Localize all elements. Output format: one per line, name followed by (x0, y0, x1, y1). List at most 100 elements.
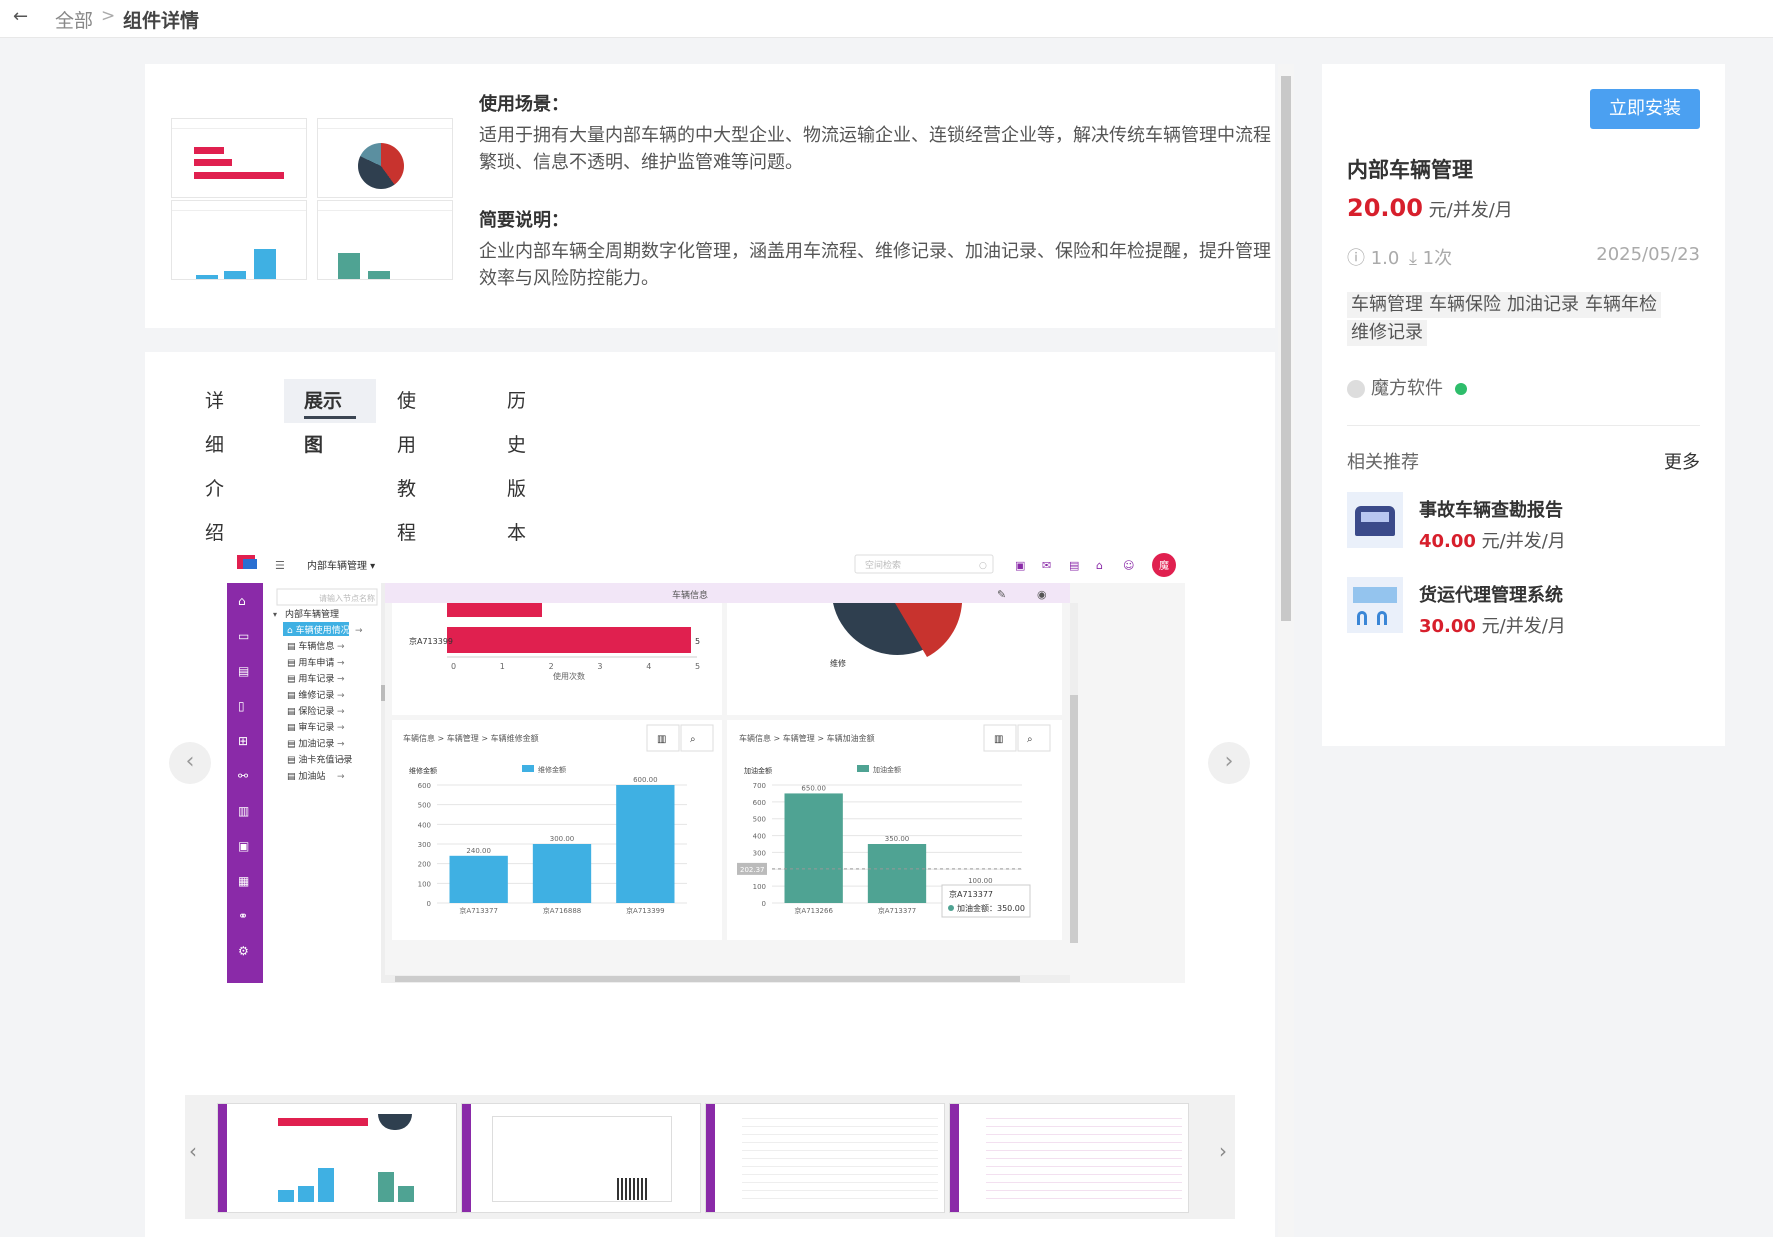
tab-tutorial[interactable]: 使用教程 (377, 379, 436, 544)
tree-item: ▤ 审车记录 (287, 721, 334, 733)
author-info[interactable]: 魔方软件 (1347, 374, 1467, 400)
tooltip-title: 京A713377 (949, 889, 993, 899)
product-date: 2025/05/23 (1596, 244, 1700, 265)
left-chart-icon: ▥ (657, 734, 666, 745)
scrollbar-thumb[interactable] (1281, 76, 1291, 621)
related-title: 相关推荐 (1347, 452, 1419, 473)
y-tick-label: 300 (418, 841, 431, 849)
svg-text:⚙: ⚙ (238, 944, 249, 958)
x-tick-label: 京A713377 (459, 906, 498, 915)
svg-text:⚭: ⚭ (238, 909, 248, 923)
strip-thumb-4[interactable] (949, 1103, 1189, 1213)
top-bar: ← 全部 > 组件详情 (0, 0, 1773, 38)
breadcrumb-root[interactable]: 全部 (55, 6, 93, 33)
showcase-card: 详细介绍 展示图 使用教程 历史版本 ‹ › ☰ 内部车辆管理 ▾ 空间检索 ○… (145, 352, 1275, 1237)
related-item-image[interactable] (1347, 577, 1403, 633)
svg-text:▤: ▤ (238, 664, 249, 678)
scenario-title: 使用场景： (479, 94, 569, 115)
preview-thumb-pie (317, 118, 453, 198)
bar (532, 844, 592, 903)
preview-thumb-green-bars (317, 200, 453, 280)
bar-value-label: 240.00 (466, 847, 491, 855)
y-axis-label: 维修金额 (409, 766, 437, 775)
tree-item: ▤ 加油记录 (287, 737, 334, 749)
product-price-unit: 元/并发/月 (1422, 200, 1513, 221)
carousel-prev-button[interactable]: ‹ (169, 742, 211, 784)
svg-text:⌂: ⌂ (238, 594, 246, 608)
right-panel-breadcrumb: 车辆信息 > 车辆管理 > 车辆加油金额 (739, 733, 875, 743)
strip-thumb-2[interactable] (461, 1103, 701, 1213)
tab-showcase[interactable]: 展示图 (284, 379, 376, 456)
strip-thumb-3[interactable] (705, 1103, 945, 1213)
tab-active-underline (304, 416, 356, 419)
product-price: 20.00 元/并发/月 (1347, 194, 1513, 222)
x-tick-label: 京A716888 (543, 906, 582, 915)
bar-value-label: 600.00 (633, 776, 658, 784)
showcase-app-svg: ☰ 内部车辆管理 ▾ 空间检索 ○ ▣ ✉ ▤ ⌂ ☺ 魔 ⌂▭▤▯ ⊞⚯▥▣ … (227, 545, 1194, 983)
tree-item-arrow-icon: → (337, 772, 345, 782)
page-scrollbar[interactable] (1278, 64, 1294, 1237)
related-item-image[interactable] (1347, 492, 1403, 548)
strip-prev-button[interactable]: ‹ (189, 1139, 197, 1163)
average-label: 202.37 (740, 866, 765, 874)
carousel-next-button[interactable]: › (1208, 742, 1250, 784)
svg-text:▥: ▥ (238, 804, 249, 818)
app-toolbar-icon-5: ☺ (1123, 559, 1134, 572)
app-search-input: 空间检索 (865, 559, 901, 571)
bar-value-label: 300.00 (550, 835, 575, 843)
app-search-icon: ○ (979, 561, 987, 571)
tag-item[interactable]: 加油记录 (1503, 292, 1583, 318)
tree-search-input: 请输入节点名称 (319, 593, 375, 603)
tag-item[interactable]: 车辆管理 (1347, 292, 1427, 318)
strip-next-button[interactable]: › (1219, 1139, 1227, 1163)
y-tick-label: 300 (753, 849, 766, 857)
tab-history[interactable]: 历史版本 (487, 379, 546, 544)
scenario-text-line2: 繁琐、信息不透明、维护监管难等问题。 (479, 152, 803, 173)
strip-thumb-1[interactable] (217, 1103, 457, 1213)
preview-thumb-blue-bars (171, 200, 307, 280)
scenario-text-line1: 适用于拥有大量内部车辆的中大型企业、物流运输企业、连锁经营企业等，解决传统车辆管… (479, 125, 1271, 146)
svg-text:⊞: ⊞ (238, 734, 248, 748)
bar (867, 844, 927, 903)
bar-value-label: 650.00 (801, 784, 826, 792)
app-sidebar (227, 583, 263, 983)
bar (784, 793, 843, 903)
hbar-tick-label: 3 (597, 662, 602, 671)
brief-title: 简要说明： (479, 210, 569, 231)
tree-item: ▤ 用车记录 (287, 673, 334, 685)
right-search-icon: ⌕ (1027, 734, 1033, 745)
y-tick-label: 100 (418, 880, 431, 888)
showcase-image[interactable]: ☰ 内部车辆管理 ▾ 空间检索 ○ ▣ ✉ ▤ ⌂ ☺ 魔 ⌂ ▭ ▤ ▯ ⊞ ⚯ ▥ ▣ … (227, 545, 1194, 983)
hbar-value: 5 (695, 637, 700, 646)
app-user-badge: 魔 (1159, 559, 1169, 572)
related-item-price-value: 40.00 (1419, 531, 1476, 552)
related-item-name[interactable]: 事故车辆查勘报告 (1419, 496, 1563, 522)
tag-item[interactable]: 车辆保险 (1425, 292, 1505, 318)
related-item-price-unit: 元/并发/月 (1475, 531, 1566, 552)
tag-item[interactable]: 维修记录 (1347, 320, 1427, 346)
hbar-tick-label: 1 (500, 662, 505, 671)
back-arrow-icon[interactable]: ← (13, 6, 28, 27)
related-item-name[interactable]: 货运代理管理系统 (1419, 581, 1563, 607)
tab-detail[interactable]: 详细介绍 (185, 379, 244, 544)
install-button[interactable]: 立即安装 (1590, 89, 1700, 129)
tag-item[interactable]: 车辆年检 (1581, 292, 1661, 318)
bar (449, 855, 508, 903)
product-version: ⓘ 1.0 (1347, 248, 1400, 269)
tree-item-arrow-icon: → (355, 626, 363, 636)
related-item-price: 30.00 元/并发/月 (1419, 612, 1566, 638)
related-more-link[interactable]: 更多 (1664, 448, 1700, 474)
preview-thumbnail[interactable] (171, 118, 453, 280)
tree-item-arrow-icon: → (337, 658, 345, 668)
pie-label: 维修 (830, 658, 846, 668)
y-tick-label: 500 (753, 816, 766, 824)
app-toolbar-icon-3: ▤ (1069, 559, 1079, 572)
x-tick-label: 京A713377 (878, 906, 917, 915)
y-tick-label: 400 (418, 821, 431, 829)
y-tick-label: 700 (753, 782, 766, 790)
app-toolbar-icon-4: ⌂ (1096, 559, 1103, 572)
product-downloads: ⤓ 1次 (1409, 248, 1453, 269)
brief-text-line1: 企业内部车辆全周期数字化管理，涵盖用车流程、维修记录、加油记录、保险和年检提醒，… (479, 241, 1271, 262)
tree-item-arrow-icon: → (337, 723, 345, 733)
y-tick-label: 600 (418, 782, 431, 790)
